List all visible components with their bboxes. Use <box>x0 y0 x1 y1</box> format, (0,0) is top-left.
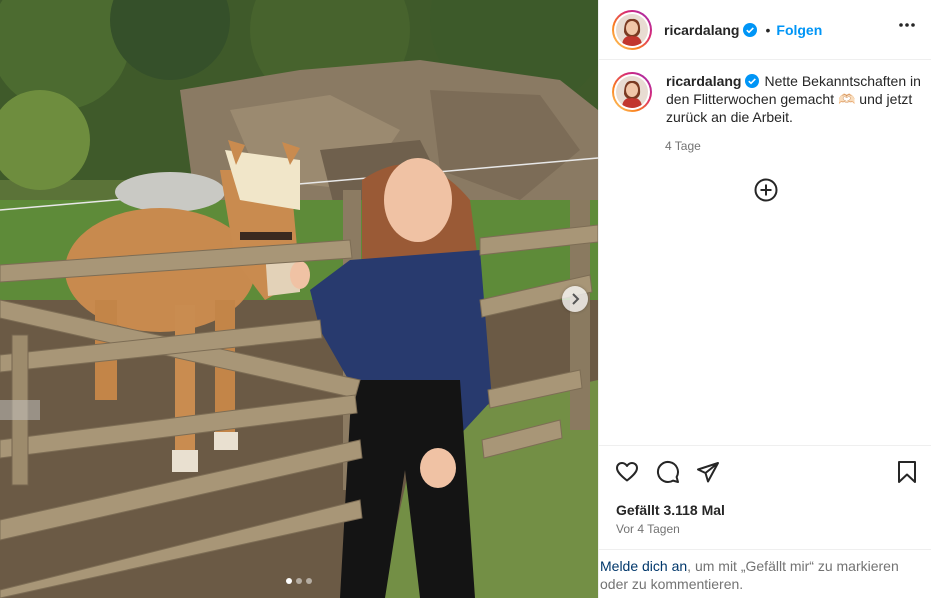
login-prompt: Melde dich an, um mit „Gefällt mir“ zu m… <box>600 557 920 593</box>
actions-divider <box>599 445 931 446</box>
avatar-image <box>616 13 648 46</box>
post-caption: ricardalang Nette Bekanntschaften in den … <box>612 72 922 126</box>
verified-badge-icon <box>743 22 758 37</box>
paper-plane-icon[interactable] <box>696 460 720 484</box>
more-options-icon[interactable] <box>898 22 916 28</box>
header-username[interactable]: ricardalang <box>664 22 739 38</box>
post-media[interactable] <box>0 0 598 598</box>
plus-circle-icon[interactable] <box>754 178 778 202</box>
heart-icon[interactable] <box>615 460 639 484</box>
post-date[interactable]: Vor 4 Tagen <box>616 522 680 536</box>
carousel-dots <box>0 578 598 584</box>
caption-timestamp[interactable]: 4 Tage <box>665 139 701 153</box>
login-divider <box>599 549 931 550</box>
comment-icon[interactable] <box>656 460 680 484</box>
verified-badge-icon <box>745 74 760 88</box>
caption-body: ricardalang Nette Bekanntschaften in den … <box>666 72 922 126</box>
carousel-dot <box>306 578 312 584</box>
avatar-image <box>616 76 648 108</box>
post-header: ricardalang • Folgen <box>599 0 931 60</box>
post-side-panel: ricardalang • Folgen ricardalang Nette B… <box>598 0 931 598</box>
follow-button[interactable]: Folgen <box>776 22 822 38</box>
login-link[interactable]: Melde dich an <box>600 558 687 574</box>
header-separator: • <box>765 21 771 38</box>
caption-avatar[interactable] <box>612 72 652 112</box>
likes-count[interactable]: Gefällt 3.118 Mal <box>616 502 725 518</box>
carousel-next-button[interactable] <box>562 286 588 312</box>
post-photo <box>0 0 598 598</box>
bookmark-icon[interactable] <box>896 460 918 484</box>
carousel-dot <box>296 578 302 584</box>
chevron-right-icon <box>572 293 580 305</box>
caption-username[interactable]: ricardalang <box>666 73 741 89</box>
header-avatar[interactable] <box>612 9 652 50</box>
carousel-dot-active <box>286 578 292 584</box>
